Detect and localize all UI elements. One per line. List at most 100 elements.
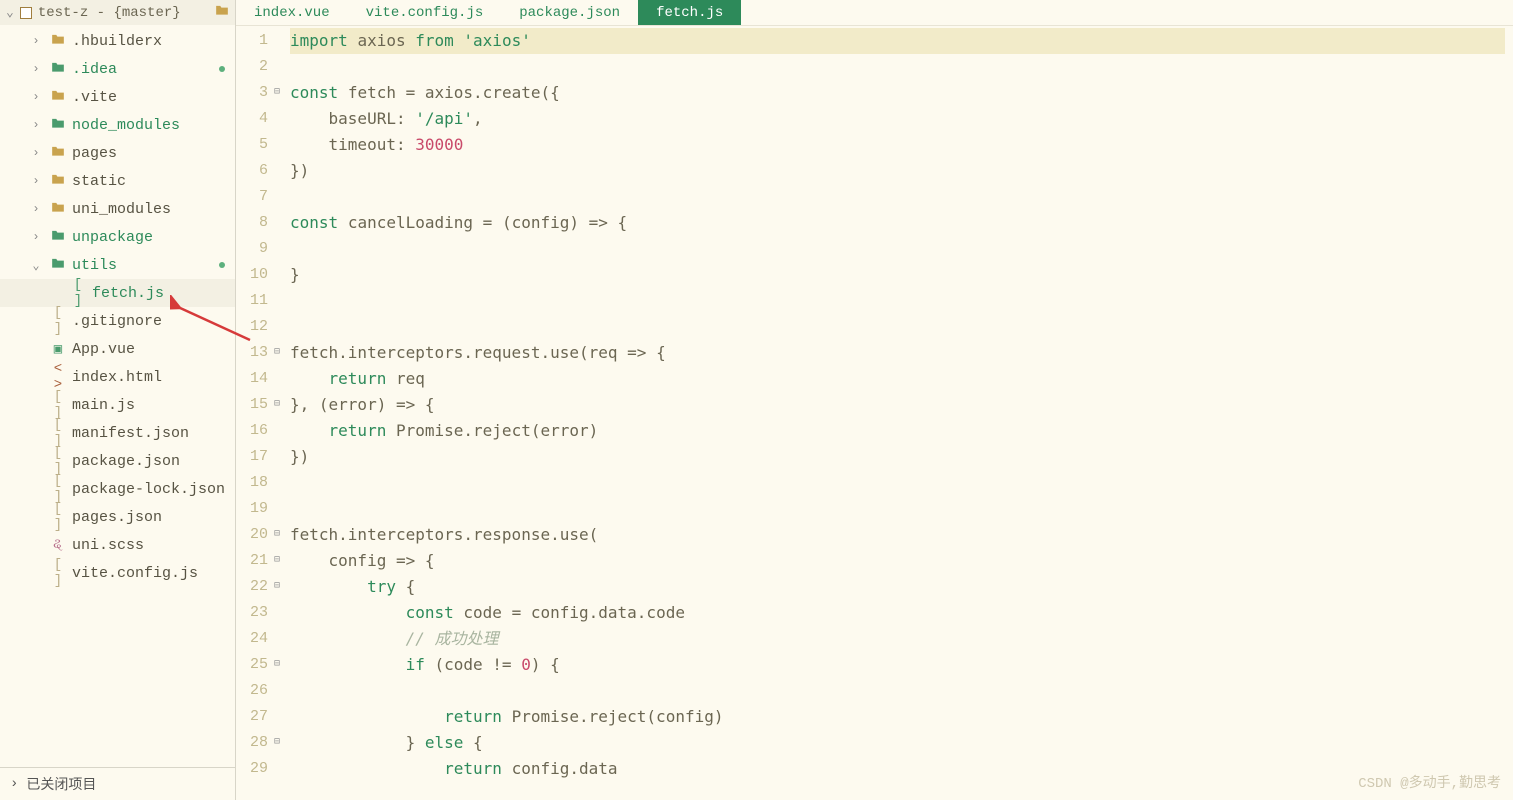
fold-marker: [274, 600, 288, 626]
folder-icon: [50, 117, 66, 134]
fold-marker[interactable]: ⊟: [274, 574, 288, 600]
tree-item-label: .vite: [72, 89, 117, 106]
chevron-right-icon[interactable]: ›: [28, 230, 44, 244]
tree-item-label: package.json: [72, 453, 180, 470]
code-line[interactable]: config => {: [290, 548, 1505, 574]
fold-marker: [274, 418, 288, 444]
project-header[interactable]: ⌄ test-z - {master}: [0, 0, 235, 25]
code-line[interactable]: }): [290, 444, 1505, 470]
code-line[interactable]: import axios from 'axios': [290, 28, 1505, 54]
code-line[interactable]: baseURL: '/api',: [290, 106, 1505, 132]
code-line[interactable]: [290, 54, 1505, 80]
file-icon: [ ]: [50, 557, 66, 589]
code-line[interactable]: } else {: [290, 730, 1505, 756]
code-line[interactable]: [290, 678, 1505, 704]
tree-item-label: pages.json: [72, 509, 162, 526]
tab-package.json[interactable]: package.json: [501, 0, 638, 25]
tree-file-vite.config.js[interactable]: [ ]vite.config.js: [0, 559, 235, 587]
project-name: test-z - {master}: [38, 5, 209, 21]
fold-marker[interactable]: ⊟: [274, 340, 288, 366]
tree-folder-static[interactable]: › static: [0, 167, 235, 195]
tree-file-index.html[interactable]: < >index.html: [0, 363, 235, 391]
chevron-down-icon[interactable]: ⌄: [6, 5, 14, 20]
fold-marker: [274, 184, 288, 210]
tree-file-fetch.js[interactable]: [ ]fetch.js: [0, 279, 235, 307]
fold-marker: [274, 678, 288, 704]
tree-folder-.vite[interactable]: › .vite: [0, 83, 235, 111]
code-lines[interactable]: import axios from 'axios' const fetch = …: [288, 26, 1513, 800]
code-line[interactable]: return Promise.reject(error): [290, 418, 1505, 444]
code-area[interactable]: 1234567891011121314151617181920212223242…: [236, 26, 1513, 800]
tree-folder-pages[interactable]: ›pages: [0, 139, 235, 167]
folder-icon[interactable]: [215, 4, 229, 21]
code-line[interactable]: const cancelLoading = (config) => {: [290, 210, 1505, 236]
code-line[interactable]: }: [290, 262, 1505, 288]
code-line[interactable]: if (code != 0) {: [290, 652, 1505, 678]
fold-marker[interactable]: ⊟: [274, 652, 288, 678]
tree-folder-unpackage[interactable]: ›unpackage: [0, 223, 235, 251]
fold-marker[interactable]: ⊟: [274, 392, 288, 418]
tree-folder-uni_modules[interactable]: ›uni_modules: [0, 195, 235, 223]
chevron-right-icon[interactable]: ›: [28, 62, 44, 76]
tree-item-label: main.js: [72, 397, 135, 414]
chevron-right-icon[interactable]: ›: [28, 90, 44, 104]
fold-marker[interactable]: ⊟: [274, 548, 288, 574]
code-line[interactable]: fetch.interceptors.response.use(: [290, 522, 1505, 548]
chevron-right-icon[interactable]: ›: [28, 174, 44, 188]
code-line[interactable]: }, (error) => {: [290, 392, 1505, 418]
chevron-right-icon[interactable]: ›: [28, 202, 44, 216]
fold-marker: [274, 626, 288, 652]
tab-index.vue[interactable]: index.vue: [236, 0, 348, 25]
tree-file-.gitignore[interactable]: [ ].gitignore: [0, 307, 235, 335]
code-line[interactable]: [290, 470, 1505, 496]
fold-marker: [274, 444, 288, 470]
tree-file-App.vue[interactable]: ▣App.vue: [0, 335, 235, 363]
chevron-right-icon[interactable]: ›: [28, 34, 44, 48]
fold-marker: [274, 756, 288, 782]
code-line[interactable]: [290, 496, 1505, 522]
code-line[interactable]: try {: [290, 574, 1505, 600]
closed-projects-section[interactable]: › 已关闭项目: [0, 767, 235, 800]
fold-marker[interactable]: ⊟: [274, 522, 288, 548]
code-line[interactable]: // 成功处理: [290, 626, 1505, 652]
chevron-down-icon[interactable]: ⌄: [28, 258, 44, 273]
tree-file-pages.json[interactable]: [ ]pages.json: [0, 503, 235, 531]
fold-marker: [274, 54, 288, 80]
code-line[interactable]: return req: [290, 366, 1505, 392]
tree-file-main.js[interactable]: [ ]main.js: [0, 391, 235, 419]
editor-area: index.vuevite.config.jspackage.jsonfetch…: [236, 0, 1513, 800]
folder-icon: [50, 33, 66, 50]
code-line[interactable]: [290, 236, 1505, 262]
fold-marker: [274, 262, 288, 288]
code-line[interactable]: fetch.interceptors.request.use(req => {: [290, 340, 1505, 366]
tree-item-label: static: [72, 173, 126, 190]
tree-file-uni.scss[interactable]: ୡuni.scss: [0, 531, 235, 559]
fold-marker[interactable]: ⊟: [274, 730, 288, 756]
tree-folder-.hbuilderx[interactable]: ›.hbuilderx: [0, 27, 235, 55]
code-line[interactable]: [290, 314, 1505, 340]
code-line[interactable]: [290, 288, 1505, 314]
fold-marker: [274, 158, 288, 184]
chevron-right-icon[interactable]: ›: [28, 146, 44, 160]
code-line[interactable]: [290, 184, 1505, 210]
folder-icon: [50, 257, 66, 274]
code-line[interactable]: return Promise.reject(config): [290, 704, 1505, 730]
tab-fetch.js[interactable]: fetch.js: [638, 0, 741, 25]
tree-folder-node_modules[interactable]: › node_modules: [0, 111, 235, 139]
tree-file-manifest.json[interactable]: [ ]manifest.json: [0, 419, 235, 447]
tree-folder-.idea[interactable]: ›.idea: [0, 55, 235, 83]
tree-file-package-lock.json[interactable]: [ ]package-lock.json: [0, 475, 235, 503]
fold-marker[interactable]: ⊟: [274, 80, 288, 106]
code-line[interactable]: timeout: 30000: [290, 132, 1505, 158]
fold-marker: [274, 314, 288, 340]
tree-file-package.json[interactable]: [ ]package.json: [0, 447, 235, 475]
chevron-right-icon[interactable]: ›: [28, 118, 44, 132]
tree-folder-utils[interactable]: ⌄utils: [0, 251, 235, 279]
project-icon: [20, 7, 32, 19]
code-line[interactable]: return config.data: [290, 756, 1505, 782]
code-line[interactable]: const code = config.data.code: [290, 600, 1505, 626]
code-line[interactable]: const fetch = axios.create({: [290, 80, 1505, 106]
tree-item-label: node_modules: [72, 117, 180, 134]
code-line[interactable]: }): [290, 158, 1505, 184]
tab-vite.config.js[interactable]: vite.config.js: [348, 0, 502, 25]
